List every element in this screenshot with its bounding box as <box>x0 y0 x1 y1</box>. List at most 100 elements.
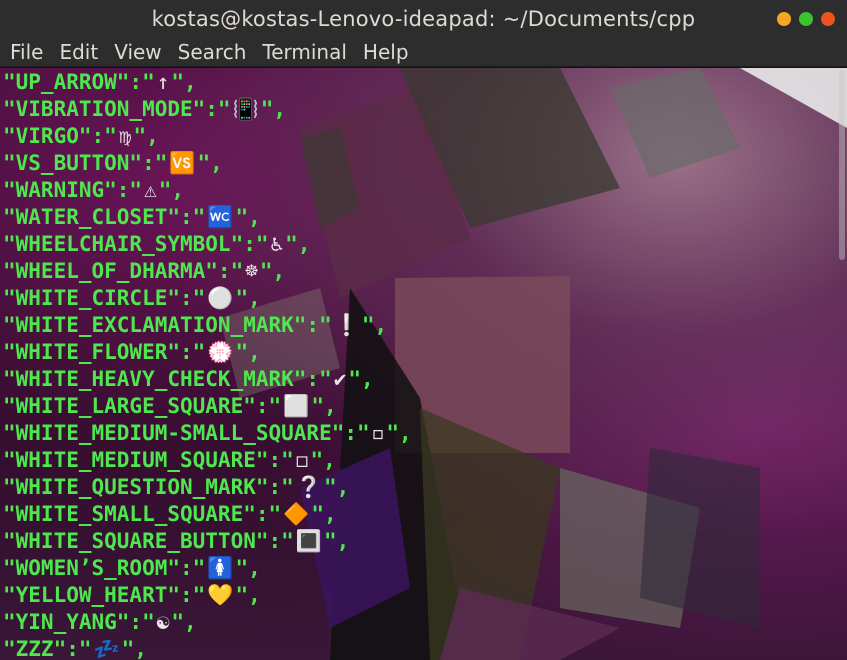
line-glyph: ↑ <box>156 70 170 94</box>
menu-bar: File Edit View Search Terminal Help <box>0 37 847 67</box>
terminal-line: "VIRGO":" ♍ ", <box>3 123 412 150</box>
window-controls <box>777 12 835 26</box>
close-button[interactable] <box>821 12 835 26</box>
line-glyph: 🆚 <box>169 151 196 175</box>
menu-terminal[interactable]: Terminal <box>262 40 347 64</box>
line-key: "WARNING":" <box>3 178 143 202</box>
line-end: ", <box>311 394 337 418</box>
line-glyph: 🚺 <box>207 556 234 580</box>
line-end: ", <box>235 556 261 580</box>
line-end: ", <box>259 259 286 283</box>
maximize-button[interactable] <box>799 12 813 26</box>
line-end: ", <box>171 70 197 94</box>
line-key: "WHEELCHAIR_SYMBOL":" <box>3 232 269 256</box>
terminal-line: "WHEEL_OF_DHARMA":" ☸ ", <box>3 258 412 285</box>
line-end: ", <box>361 313 388 337</box>
line-end: ", <box>121 637 147 660</box>
line-glyph: 📳 <box>232 97 259 121</box>
menu-file[interactable]: File <box>10 40 43 64</box>
line-glyph: 🔳 <box>295 529 322 553</box>
scrollbar[interactable] <box>839 70 845 260</box>
line-end: ", <box>133 124 159 148</box>
terminal-line: "ZZZ":" 💤 ", <box>3 636 412 660</box>
line-end: ", <box>235 340 261 364</box>
terminal-area[interactable]: "UP_ARROW":" ↑ ", "VIBRATION_MODE":" 📳 ", "VIR… <box>0 68 847 660</box>
minimize-button[interactable] <box>777 12 791 26</box>
line-key: "WHITE_MEDIUM_SQUARE":" <box>3 448 294 472</box>
menu-help[interactable]: Help <box>363 40 409 64</box>
terminal-line: "WHITE_MEDIUM-SMALL_SQUARE":" ◽ ", <box>3 420 412 447</box>
terminal-line: "UP_ARROW":" ↑ ", <box>3 69 412 96</box>
terminal-line: "WHITE_QUESTION_MARK":" ❔ ", <box>3 474 412 501</box>
terminal-line: "WHITE_CIRCLE":" ⚪ ", <box>3 285 412 312</box>
line-key: "WHITE_LARGE_SQUARE":" <box>3 394 282 418</box>
line-glyph: ❕ <box>333 313 360 337</box>
line-end: ", <box>310 448 336 472</box>
terminal-line: "WATER_CLOSET":" 🚾 ", <box>3 204 412 231</box>
line-key: "VIBRATION_MODE":" <box>3 97 231 121</box>
line-glyph: ◽ <box>371 421 385 445</box>
line-key: "WHITE_EXCLAMATION_MARK":" <box>3 313 332 337</box>
line-glyph: 💛 <box>207 583 234 607</box>
line-end: ", <box>285 232 311 256</box>
terminal-line: "WHEELCHAIR_SYMBOL":" ♿ ", <box>3 231 412 258</box>
line-glyph: ❔ <box>295 475 322 499</box>
line-key: "WATER_CLOSET":" <box>3 205 206 229</box>
terminal-output: "UP_ARROW":" ↑ ", "VIBRATION_MODE":" 📳 ", "VIR… <box>3 69 412 660</box>
menu-view[interactable]: View <box>114 40 161 64</box>
line-end: ", <box>323 529 350 553</box>
line-glyph: ◻ <box>295 448 309 472</box>
line-glyph: ⬜ <box>283 394 310 418</box>
line-glyph: ♿ <box>270 232 284 256</box>
line-glyph: ✔ <box>333 367 347 391</box>
terminal-line: "WARNING":" ⚠ ", <box>3 177 412 204</box>
line-key: "VIRGO":" <box>3 124 117 148</box>
line-end: ", <box>386 421 412 445</box>
line-end: ", <box>235 286 261 310</box>
line-glyph: 💮 <box>207 340 234 364</box>
terminal-line: "WHITE_MEDIUM_SQUARE":" ◻ ", <box>3 447 412 474</box>
terminal-line: "VIBRATION_MODE":" 📳 ", <box>3 96 412 123</box>
line-key: "WHITE_HEAVY_CHECK_MARK":" <box>3 367 332 391</box>
menu-edit[interactable]: Edit <box>59 40 98 64</box>
line-key: "YIN_YANG":" <box>3 610 155 634</box>
line-glyph: ⚠ <box>144 178 157 202</box>
line-key: "WHITE_SMALL_SQUARE":" <box>3 502 282 526</box>
line-end: ", <box>171 610 197 634</box>
terminal-line: "WHITE_HEAVY_CHECK_MARK":" ✔ ", <box>3 366 412 393</box>
line-key: "ZZZ":" <box>3 637 92 660</box>
terminal-line: "YIN_YANG":" ☯ ", <box>3 609 412 636</box>
line-key: "YELLOW_HEART":" <box>3 583 206 607</box>
terminal-line: "WHITE_FLOWER":" 💮 ", <box>3 339 412 366</box>
line-end: ", <box>348 367 374 391</box>
line-end: ", <box>260 97 287 121</box>
line-end: ", <box>197 151 223 175</box>
line-glyph: 💤 <box>93 637 120 660</box>
line-glyph: ☯ <box>156 610 170 634</box>
line-glyph: ☸ <box>245 259 258 283</box>
line-end: ", <box>311 502 337 526</box>
line-glyph: 🚾 <box>207 205 234 229</box>
terminal-window: kostas@kostas-Lenovo-ideapad: ~/Document… <box>0 0 847 660</box>
line-glyph: ⚪ <box>207 286 234 310</box>
line-key: "WHITE_CIRCLE":" <box>3 286 206 310</box>
line-end: ", <box>323 475 350 499</box>
line-end: ", <box>235 205 261 229</box>
line-key: "WHEEL_OF_DHARMA":" <box>3 259 244 283</box>
line-key: "VS_BUTTON":" <box>3 151 168 175</box>
terminal-line: "WHITE_EXCLAMATION_MARK":" ❕ ", <box>3 312 412 339</box>
line-key: "UP_ARROW":" <box>3 70 155 94</box>
terminal-line: "WHITE_SMALL_SQUARE":" 🔶 ", <box>3 501 412 528</box>
menu-search[interactable]: Search <box>178 40 247 64</box>
title-bar[interactable]: kostas@kostas-Lenovo-ideapad: ~/Document… <box>0 0 847 37</box>
terminal-line: "YELLOW_HEART":" 💛 ", <box>3 582 412 609</box>
line-key: "WHITE_QUESTION_MARK":" <box>3 475 294 499</box>
terminal-line: "WHITE_SQUARE_BUTTON":" 🔳 ", <box>3 528 412 555</box>
line-key: "WHITE_SQUARE_BUTTON":" <box>3 529 294 553</box>
terminal-line: "VS_BUTTON":" 🆚 ", <box>3 150 412 177</box>
line-key: "WOMEN’S_ROOM":" <box>3 556 206 580</box>
line-end: ", <box>235 583 261 607</box>
line-glyph: ♍ <box>118 124 132 148</box>
terminal-line: "WOMEN’S_ROOM":" 🚺 ", <box>3 555 412 582</box>
line-end: ", <box>158 178 185 202</box>
